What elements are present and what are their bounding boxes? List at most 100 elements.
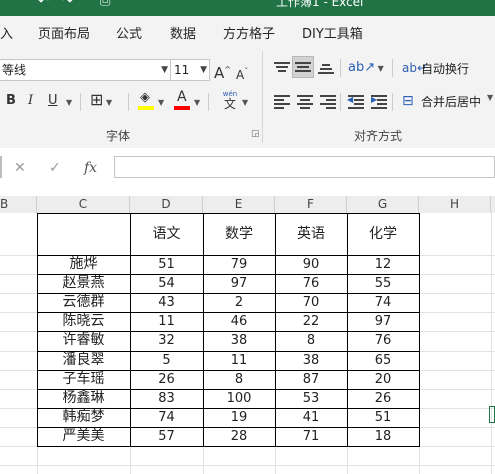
table-header-cell[interactable]: 语文 bbox=[130, 213, 203, 255]
score-cell[interactable]: 8 bbox=[203, 370, 275, 389]
tab-data[interactable]: 数据 bbox=[170, 23, 196, 42]
score-cell[interactable]: 70 bbox=[275, 293, 347, 312]
shrink-font-button[interactable]: Aˇ bbox=[236, 62, 248, 85]
tab-insert[interactable]: 入 bbox=[0, 23, 13, 42]
table-header-cell[interactable] bbox=[37, 213, 130, 255]
score-cell[interactable]: 19 bbox=[203, 408, 275, 427]
underline-dropdown[interactable]: ▼ bbox=[66, 92, 72, 113]
score-cell[interactable]: 2 bbox=[203, 293, 275, 312]
score-cell[interactable]: 38 bbox=[203, 331, 275, 350]
score-cell[interactable]: 76 bbox=[275, 274, 347, 293]
font-color-button[interactable]: A bbox=[174, 89, 192, 112]
column-header-g[interactable]: G bbox=[347, 196, 419, 213]
tab-page-layout[interactable]: 页面布局 bbox=[38, 23, 90, 42]
score-cell[interactable]: 26 bbox=[347, 389, 419, 408]
align-bottom-icon[interactable] bbox=[318, 61, 334, 75]
score-cell[interactable]: 5 bbox=[130, 351, 203, 370]
formula-input[interactable] bbox=[114, 156, 495, 178]
fill-color-button[interactable]: ◈ bbox=[138, 90, 156, 112]
score-cell[interactable]: 53 bbox=[275, 389, 347, 408]
font-name-combo[interactable]: 等线 ▼ bbox=[0, 59, 171, 81]
student-name-cell[interactable]: 潘良翠 bbox=[37, 351, 130, 370]
score-cell[interactable]: 79 bbox=[203, 255, 275, 274]
print-preview-icon[interactable]: ⎙ bbox=[100, 0, 110, 9]
increase-indent-icon[interactable]: ▶ bbox=[371, 95, 387, 109]
score-cell[interactable]: 22 bbox=[275, 312, 347, 331]
score-cell[interactable]: 57 bbox=[130, 427, 203, 446]
score-cell[interactable]: 74 bbox=[130, 408, 203, 427]
score-cell[interactable]: 41 bbox=[275, 408, 347, 427]
score-cell[interactable]: 74 bbox=[347, 293, 419, 312]
score-cell[interactable]: 26 bbox=[130, 370, 203, 389]
column-header-h[interactable]: H bbox=[419, 196, 491, 213]
insert-function-icon[interactable]: fx bbox=[84, 160, 97, 176]
font-color-dropdown[interactable]: ▼ bbox=[194, 92, 200, 113]
table-header-cell[interactable]: 化学 bbox=[347, 213, 419, 255]
worksheet-grid[interactable]: 语文 数学 英语 化学 施烨 51 79 90 12 赵景燕 54 97 76 55 云德群 43 2 70 74 陈… bbox=[0, 213, 495, 474]
student-name-cell[interactable]: 赵景燕 bbox=[37, 274, 130, 293]
score-cell[interactable]: 54 bbox=[130, 274, 203, 293]
score-cell[interactable]: 90 bbox=[275, 255, 347, 274]
score-cell[interactable]: 65 bbox=[347, 351, 419, 370]
phonetic-button[interactable]: wén 文 bbox=[219, 90, 241, 114]
italic-button[interactable]: I bbox=[28, 91, 33, 111]
column-header-e[interactable]: E bbox=[203, 196, 275, 213]
score-cell[interactable]: 71 bbox=[275, 427, 347, 446]
column-header-b[interactable]: B bbox=[0, 196, 37, 213]
decrease-indent-icon[interactable]: ◀ bbox=[347, 95, 364, 109]
score-cell[interactable]: 97 bbox=[347, 312, 419, 331]
column-header-d[interactable]: D bbox=[130, 196, 203, 213]
score-cell[interactable]: 51 bbox=[347, 408, 419, 427]
score-cell[interactable]: 20 bbox=[347, 370, 419, 389]
score-cell[interactable]: 55 bbox=[347, 274, 419, 293]
phonetic-dropdown[interactable]: ▼ bbox=[242, 92, 248, 113]
table-header-cell[interactable]: 数学 bbox=[203, 213, 275, 255]
table-header-cell[interactable]: 英语 bbox=[275, 213, 347, 255]
student-name-cell[interactable]: 杨鑫琳 bbox=[37, 389, 130, 408]
student-name-cell[interactable]: 严美美 bbox=[37, 427, 130, 446]
score-cell[interactable]: 100 bbox=[203, 389, 275, 408]
merge-center-button[interactable]: ⊟ 合并后居中 ▼ bbox=[402, 91, 495, 113]
score-cell[interactable]: 43 bbox=[130, 293, 203, 312]
orientation-button[interactable]: ab↗ ▼ bbox=[348, 58, 384, 79]
align-right-icon[interactable] bbox=[320, 95, 336, 109]
column-header-c[interactable]: C bbox=[37, 196, 130, 213]
student-name-cell[interactable]: 韩痴梦 bbox=[37, 408, 130, 427]
undo-icon[interactable]: ↶ bbox=[38, 0, 49, 9]
score-cell[interactable]: 46 bbox=[203, 312, 275, 331]
underline-button[interactable]: U bbox=[48, 91, 58, 111]
student-name-cell[interactable]: 许睿敏 bbox=[37, 331, 130, 350]
tab-diy-toolbox[interactable]: DIY工具箱 bbox=[302, 23, 363, 42]
name-box-edge[interactable] bbox=[0, 156, 2, 178]
student-name-cell[interactable]: 陈晓云 bbox=[37, 312, 130, 331]
column-header-i[interactable] bbox=[491, 196, 495, 213]
column-header-f[interactable]: F bbox=[275, 196, 347, 213]
align-center-icon[interactable] bbox=[297, 95, 313, 109]
fill-color-dropdown[interactable]: ▼ bbox=[158, 92, 164, 113]
student-name-cell[interactable]: 云德群 bbox=[37, 293, 130, 312]
cancel-icon[interactable]: ✕ bbox=[14, 160, 26, 176]
score-cell[interactable]: 97 bbox=[203, 274, 275, 293]
bold-button[interactable]: B bbox=[6, 91, 16, 111]
align-middle-button[interactable] bbox=[292, 56, 314, 78]
score-cell[interactable]: 12 bbox=[347, 255, 419, 274]
grow-font-button[interactable]: A^ bbox=[214, 60, 231, 83]
redo-icon[interactable]: ↷ bbox=[62, 0, 73, 9]
student-name-cell[interactable]: 子车瑶 bbox=[37, 370, 130, 389]
align-top-icon[interactable] bbox=[274, 61, 290, 75]
enter-icon[interactable]: ✓ bbox=[49, 160, 61, 176]
score-cell[interactable]: 18 bbox=[347, 427, 419, 446]
score-cell[interactable]: 83 bbox=[130, 389, 203, 408]
score-cell[interactable]: 51 bbox=[130, 255, 203, 274]
score-cell[interactable]: 11 bbox=[203, 351, 275, 370]
score-cell[interactable]: 38 bbox=[275, 351, 347, 370]
font-size-combo[interactable]: 11 ▼ bbox=[170, 59, 210, 81]
score-cell[interactable]: 76 bbox=[347, 331, 419, 350]
tab-fangfange[interactable]: 方方格子 bbox=[223, 23, 275, 42]
score-cell[interactable]: 28 bbox=[203, 427, 275, 446]
score-cell[interactable]: 11 bbox=[130, 312, 203, 331]
tab-formulas[interactable]: 公式 bbox=[116, 23, 142, 42]
align-left-icon[interactable] bbox=[274, 95, 290, 109]
score-cell[interactable]: 8 bbox=[275, 331, 347, 350]
score-cell[interactable]: 32 bbox=[130, 331, 203, 350]
